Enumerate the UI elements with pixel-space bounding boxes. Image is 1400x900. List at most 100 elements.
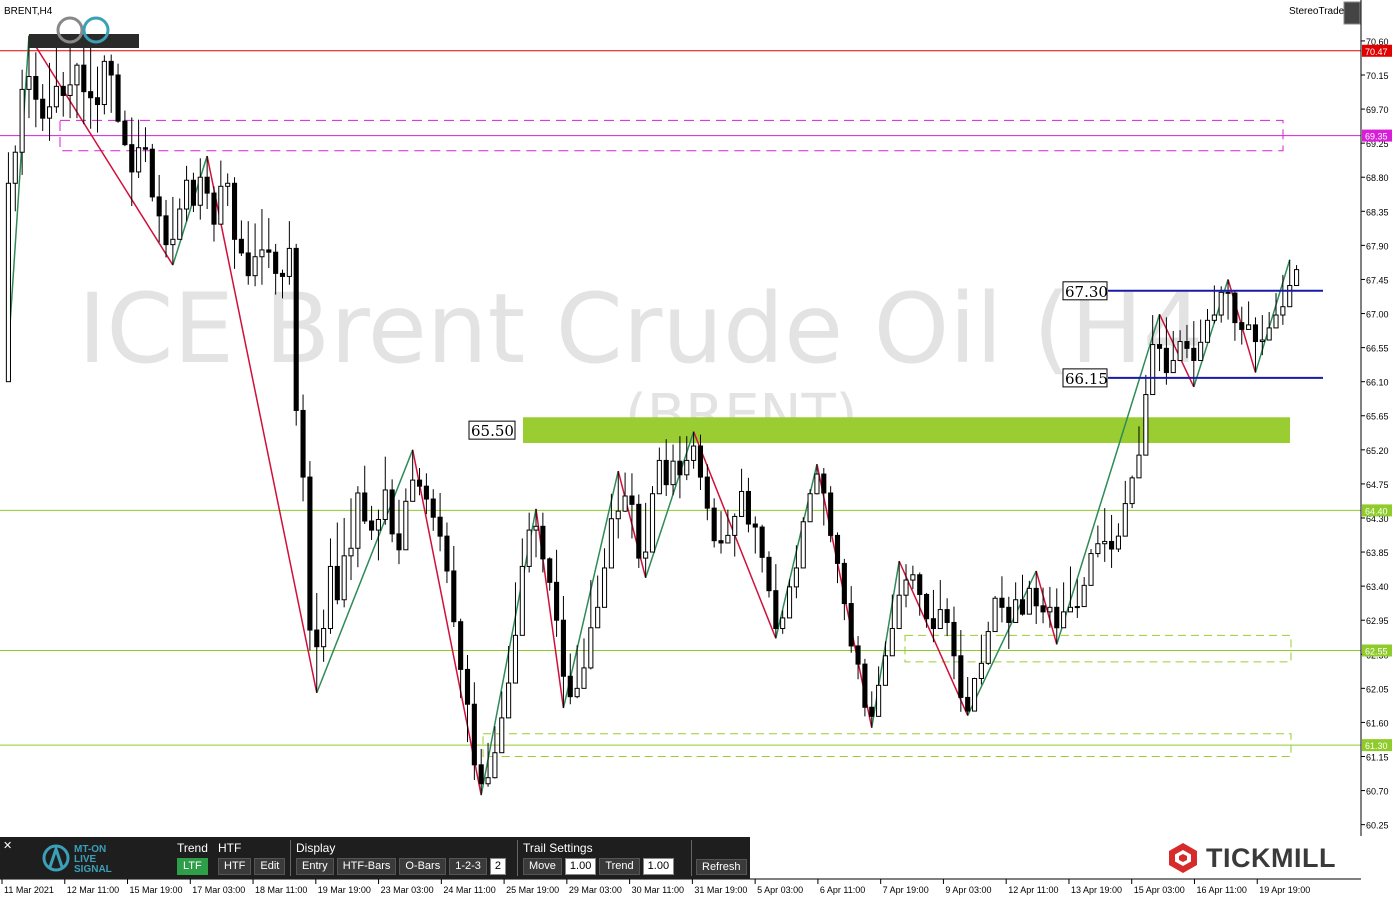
candle-body-178: [1225, 291, 1231, 294]
candle-body-84: [581, 667, 587, 689]
candle-body-79: [547, 558, 553, 583]
display-group: Display Entry HTF-Bars O-Bars 1-2-3 2: [296, 841, 507, 875]
candle-body-109: [752, 523, 758, 528]
xtick-label-9: 29 Mar 03:00: [569, 885, 622, 895]
candle-body-156: [1074, 606, 1080, 609]
candle-body-144: [992, 597, 998, 633]
xtick-label-6: 23 Mar 03:00: [381, 885, 434, 895]
candle-body-60: [416, 479, 423, 487]
logo-text-3: SIGNAL: [74, 864, 112, 873]
candle-body-124: [855, 645, 861, 665]
count-field[interactable]: 2: [489, 858, 507, 875]
stereotrader-box[interactable]: [1343, 1, 1361, 25]
candle-body-113: [780, 617, 786, 630]
level-label-1: 66.15: [1065, 370, 1108, 388]
price-chart[interactable]: ICE Brent Crude Oil (H4 (BRENT) 67.3066.…: [0, 0, 1400, 900]
candle-body-132: [910, 574, 916, 581]
candle-body-41: [286, 247, 292, 277]
candle-body-117: [807, 493, 813, 523]
candle-body-164: [1129, 477, 1135, 505]
candle-body-145: [999, 597, 1005, 608]
candle-body-96: [663, 459, 669, 486]
candle-body-170: [1170, 359, 1176, 374]
refresh-button[interactable]: Refresh: [696, 859, 747, 875]
candle-body-133: [917, 574, 923, 595]
candle-body-119: [821, 473, 827, 494]
candle-body-155: [1067, 606, 1074, 613]
candle-body-120: [828, 492, 834, 536]
ytick-label-13: 64.75: [1366, 480, 1389, 490]
candle-body-85: [588, 627, 594, 669]
candle-body-127: [876, 684, 882, 717]
candle-body-14: [101, 60, 107, 106]
candle-body-47: [327, 565, 334, 630]
candle-body-4: [33, 76, 39, 100]
candle-body-78: [540, 525, 546, 560]
candle-body-146: [1006, 606, 1012, 623]
trend-group: Trend LTF: [177, 841, 208, 875]
move-value-field[interactable]: 1.00: [564, 858, 597, 875]
candle-body-116: [800, 521, 806, 569]
htf-bars-button[interactable]: HTF-Bars: [336, 858, 397, 875]
candle-body-111: [766, 556, 772, 592]
trend-value-field[interactable]: 1.00: [642, 858, 675, 875]
move-button[interactable]: Move: [523, 858, 562, 875]
xtick-label-18: 15 Apr 03:00: [1134, 885, 1185, 895]
candle-body-71: [492, 752, 498, 779]
candle-body-61: [423, 485, 429, 500]
candle-body-16: [115, 74, 121, 122]
candle-body-8: [60, 85, 66, 96]
candle-body-177: [1218, 291, 1224, 316]
candle-body-26: [184, 179, 190, 210]
trend-title: Trend: [177, 841, 208, 855]
candle-body-90: [622, 495, 628, 512]
close-icon[interactable]: ✕: [3, 839, 12, 852]
candle-body-70: [485, 777, 491, 785]
candle-body-52: [362, 492, 368, 522]
candle-body-22: [156, 196, 162, 217]
trend-trail-button[interactable]: Trend: [599, 858, 640, 875]
o-bars-button[interactable]: O-Bars: [399, 858, 447, 875]
one-two-three-button[interactable]: 1-2-3: [449, 858, 487, 875]
candle-body-123: [848, 603, 854, 647]
candle-body-136: [937, 609, 943, 630]
price-tag-4: 61.30: [1365, 741, 1388, 751]
htf-button[interactable]: HTF: [218, 858, 252, 875]
candle-body-77: [533, 525, 539, 531]
edit-button[interactable]: Edit: [254, 858, 286, 875]
ytick-label-8: 67.00: [1366, 310, 1389, 320]
symbol-label: BRENT,H4: [4, 6, 53, 17]
candle-body-131: [903, 579, 909, 596]
price-tag-3: 62.55: [1365, 646, 1388, 656]
ytick-label-7: 67.45: [1366, 275, 1389, 285]
candle-body-6: [46, 106, 53, 119]
candle-body-173: [1191, 347, 1197, 361]
candle-body-154: [1061, 611, 1067, 629]
ytick-label-1: 70.15: [1366, 71, 1389, 81]
candle-body-179: [1232, 292, 1238, 324]
ltf-button[interactable]: LTF: [177, 858, 208, 875]
xtick-label-20: 19 Apr 19:00: [1259, 885, 1310, 895]
candle-body-129: [889, 628, 895, 657]
tickmill-brand: TICKMILL: [1166, 838, 1336, 878]
candle-body-171: [1177, 341, 1183, 361]
candle-body-88: [608, 518, 614, 569]
candle-body-63: [437, 516, 443, 537]
stereotrader-label: StereoTrader: [1289, 6, 1348, 17]
watermark-title: ICE Brent Crude Oil (H4: [78, 273, 1204, 385]
level-label-0: 67.30: [1065, 283, 1108, 301]
candle-body-115: [793, 567, 799, 588]
tickmill-name: TICKMILL: [1206, 842, 1336, 873]
candle-body-45: [314, 629, 320, 648]
ytick-label-20: 61.60: [1366, 718, 1389, 728]
xtick-label-8: 25 Mar 19:00: [506, 885, 559, 895]
refresh-group: Refresh: [696, 859, 747, 875]
price-tag-2: 64.40: [1365, 506, 1388, 516]
xtick-label-3: 17 Mar 03:00: [192, 885, 245, 895]
candle-body-12: [88, 91, 94, 99]
candle-body-147: [1013, 599, 1019, 623]
candle-body-97: [670, 460, 676, 486]
candle-body-180: [1239, 322, 1245, 330]
resistance-zone: [523, 417, 1290, 444]
entry-button[interactable]: Entry: [296, 858, 334, 875]
